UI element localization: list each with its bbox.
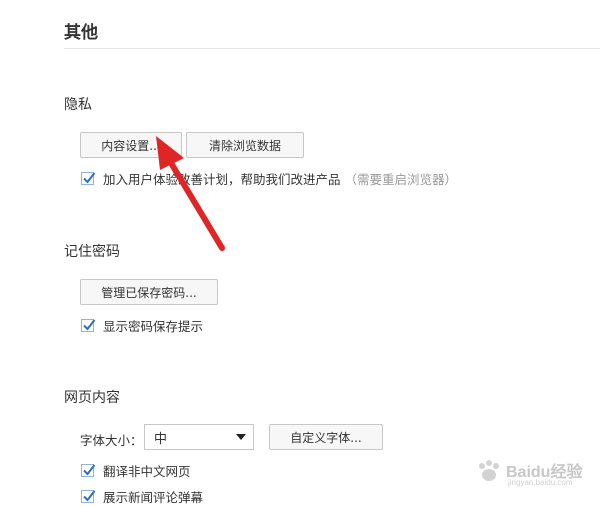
baidu-watermark: Baidu经验 jingyan.baidu.com [470,456,590,494]
annotation-arrow-icon [156,136,225,251]
watermark-subtext: jingyan.baidu.com [508,478,573,487]
